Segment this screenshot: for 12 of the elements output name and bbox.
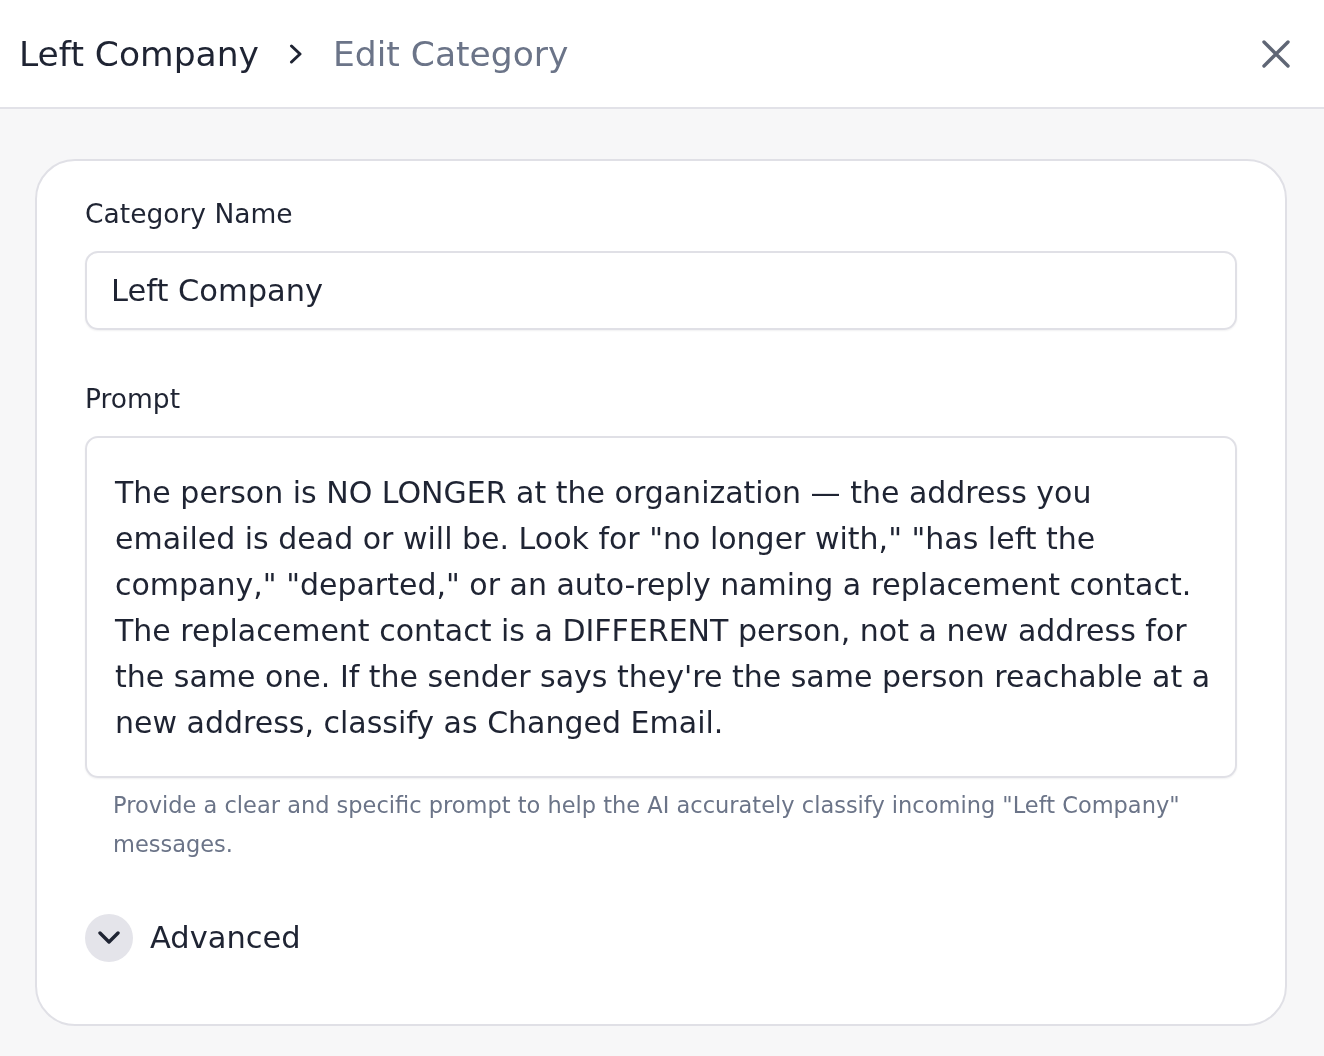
field-label: Prompt <box>85 382 182 416</box>
textarea-field[interactable]: The person is NO LONGER at the organization — the address you emailed is dead or will be. Look for "no longer with," "has left the company," "departed," or an auto-reply naming a replacement contact. The replacement contact is a DIFFERENT person, not a new address for the same one. If the sender says they're the same person reachable at a new address, classify as Changed Email. <box>85 436 1237 778</box>
help-text: Provide a clear and specific prompt to help the AI accurately classify incoming "Left Company" messages. <box>112 791 1181 859</box>
chevron-down-icon <box>98 931 120 945</box>
close-icon <box>1262 39 1290 68</box>
input-field[interactable]: Left Company <box>85 251 1237 330</box>
breadcrumb-item: Edit Category <box>333 32 569 76</box>
chevron-right-icon <box>289 43 303 64</box>
field-label: Category Name <box>85 197 294 231</box>
advanced-label[interactable]: Advanced <box>150 918 301 958</box>
advanced-toggle[interactable] <box>85 914 133 962</box>
breadcrumb-item[interactable]: Left Company <box>19 31 259 76</box>
